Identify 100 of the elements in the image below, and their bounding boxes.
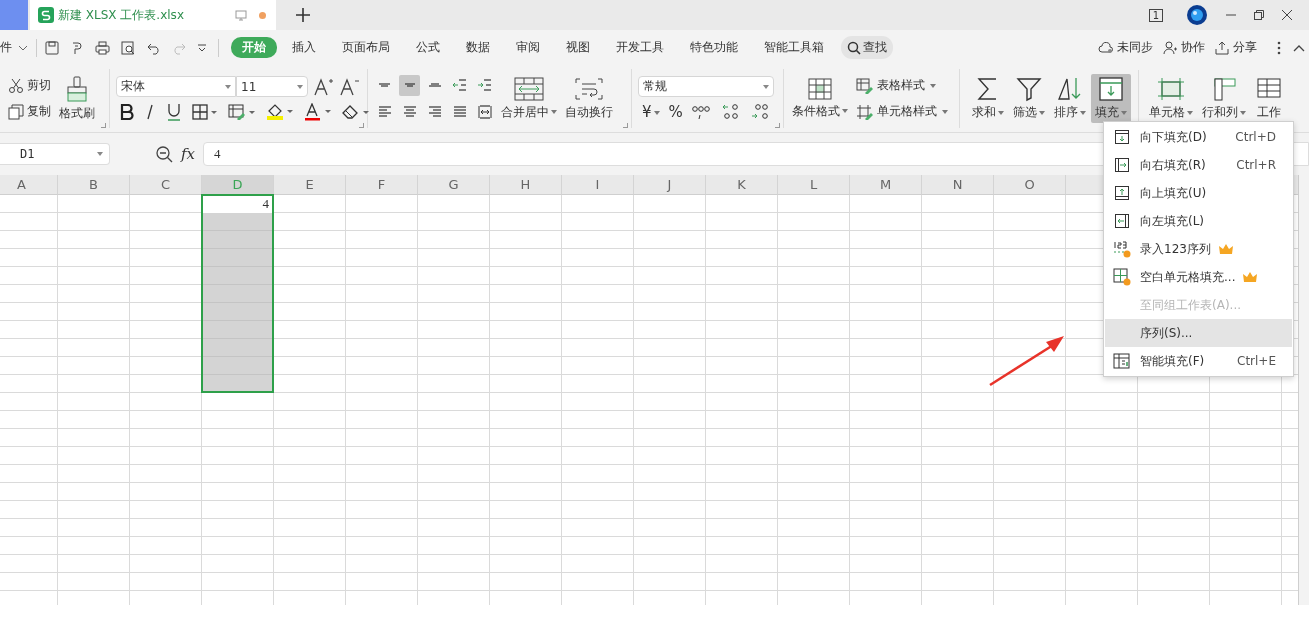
italic-icon[interactable] <box>144 104 156 120</box>
menu-item[interactable]: 智能填充(F) Ctrl+E <box>1105 347 1292 375</box>
column-header[interactable]: G <box>418 175 490 195</box>
chevron-icon[interactable] <box>18 44 28 51</box>
spreadsheet-icon <box>38 7 54 23</box>
ribbon-tab[interactable]: 视图 <box>555 37 601 58</box>
decrease-font-icon[interactable] <box>340 77 360 96</box>
tool-button[interactable]: 排序 <box>1050 74 1090 123</box>
column-header[interactable]: M <box>850 175 922 195</box>
percent-button[interactable]: % <box>668 103 683 121</box>
font-color-icon[interactable] <box>304 103 332 121</box>
conditional-format-button[interactable]: 条件格式 <box>790 77 850 120</box>
font-size-dropdown[interactable]: 11 <box>236 76 308 97</box>
merge-center-button[interactable]: 合并居中 <box>499 76 559 121</box>
share-icon <box>1215 40 1230 55</box>
more-icon[interactable] <box>1277 40 1281 55</box>
column-header[interactable]: A <box>0 175 58 195</box>
customize-icon[interactable] <box>197 42 207 53</box>
alignment-icon <box>428 83 441 87</box>
action-button[interactable]: 协作 <box>1163 39 1205 56</box>
tool-button[interactable]: 填充 <box>1091 74 1131 123</box>
column-header[interactable]: K <box>706 175 778 195</box>
close-icon[interactable] <box>1281 9 1293 21</box>
copy-button[interactable]: 复制 <box>8 101 51 122</box>
underline-icon[interactable] <box>166 103 182 121</box>
eraser-icon[interactable] <box>342 104 370 120</box>
action-button[interactable]: 分享 <box>1215 39 1257 56</box>
column-header[interactable]: J <box>634 175 706 195</box>
print-icon[interactable] <box>95 40 110 55</box>
font-name-dropdown[interactable]: 宋体 <box>116 76 236 97</box>
name-box[interactable]: D1 <box>0 143 110 165</box>
currency-button[interactable]: ¥ <box>642 103 660 121</box>
menu-item[interactable]: 向上填充(U) <box>1105 179 1292 207</box>
alignment-button[interactable] <box>399 74 420 96</box>
ribbon-tab[interactable]: 公式 <box>405 37 451 58</box>
decrease-decimal-icon[interactable] <box>749 103 770 121</box>
cell-style-button[interactable]: 单元格样式 <box>856 101 948 122</box>
number-format-dropdown[interactable]: 常规 <box>638 76 774 97</box>
ribbon-tab[interactable]: 特色功能 <box>679 37 749 58</box>
function-label[interactable]: fx <box>181 145 195 163</box>
column-header[interactable]: L <box>778 175 850 195</box>
column-header[interactable]: O <box>994 175 1066 195</box>
smart-fill-icon <box>1113 353 1131 369</box>
file-menu[interactable]: 件 <box>0 39 12 56</box>
menu-item[interactable]: 录入123序列 <box>1105 235 1292 263</box>
column-header[interactable]: H <box>490 175 562 195</box>
format-painter-button[interactable]: 格式刷 <box>55 75 99 122</box>
zoom-icon[interactable] <box>155 145 173 163</box>
scissors-icon <box>8 77 24 94</box>
copy-icon <box>8 103 24 120</box>
preview-icon[interactable] <box>121 40 136 55</box>
column-header[interactable]: N <box>922 175 994 195</box>
avatar-icon[interactable] <box>1187 5 1207 25</box>
tool-button[interactable]: 求和 <box>968 74 1008 123</box>
ribbon-tab[interactable]: 插入 <box>281 37 327 58</box>
save-icon[interactable] <box>45 40 59 55</box>
column-header[interactable]: F <box>346 175 418 195</box>
action-button[interactable]: 未同步 <box>1098 39 1153 56</box>
app-corner <box>0 0 28 30</box>
bold-icon[interactable] <box>120 104 134 120</box>
fill-left-icon <box>1114 213 1130 229</box>
filter-icon <box>1015 76 1043 102</box>
fill-down-icon <box>1114 129 1130 145</box>
increase-decimal-icon[interactable] <box>720 103 741 121</box>
menu-item[interactable]: 序列(S)... <box>1105 319 1292 347</box>
borders-icon[interactable] <box>192 104 218 120</box>
column-header[interactable]: E <box>274 175 346 195</box>
table-style-button[interactable]: 表格样式 <box>856 75 948 96</box>
search-button[interactable]: 查找 <box>841 36 893 59</box>
restore-icon[interactable] <box>1253 9 1265 21</box>
document-tab[interactable]: 新建 XLSX 工作表.xlsx <box>30 0 276 30</box>
document-title: 新建 XLSX 工作表.xlsx <box>58 6 184 24</box>
merge-cells-icon <box>514 76 544 101</box>
fill-right-icon <box>1114 157 1130 173</box>
column-header[interactable]: C <box>130 175 202 195</box>
export-icon[interactable] <box>70 40 84 55</box>
fill-color-icon[interactable] <box>266 103 294 121</box>
thousands-separator-icon[interactable] <box>691 104 712 120</box>
increase-font-icon[interactable] <box>314 77 334 96</box>
ribbon-tab[interactable]: 页面布局 <box>331 37 401 58</box>
blank-cell-icon <box>1113 268 1131 286</box>
cell-style-icon[interactable] <box>228 104 256 120</box>
table-style-icon <box>856 77 874 94</box>
ribbon-tab[interactable]: 开发工具 <box>605 37 675 58</box>
ribbon-tab[interactable]: 审阅 <box>505 37 551 58</box>
ribbon-tab[interactable]: 数据 <box>455 37 501 58</box>
alignment-icon <box>426 104 443 120</box>
column-header[interactable]: B <box>58 175 130 195</box>
person-icon <box>1163 40 1178 55</box>
ribbon-tab[interactable]: 智能工具箱 <box>753 37 835 58</box>
new-tab-icon[interactable] <box>296 8 310 22</box>
window-count-badge[interactable]: 1 <box>1148 8 1163 22</box>
cut-button[interactable]: 剪切 <box>8 75 51 96</box>
collapse-icon[interactable] <box>1293 43 1305 52</box>
menu-item[interactable]: 空白单元格填充... <box>1105 263 1292 291</box>
cell-style-icon <box>856 103 874 120</box>
menu-item[interactable]: 向左填充(L) <box>1105 207 1292 235</box>
column-header[interactable]: I <box>562 175 634 195</box>
wrap-text-button[interactable]: 自动换行 <box>563 76 615 121</box>
tool-button[interactable]: 筛选 <box>1009 74 1049 123</box>
